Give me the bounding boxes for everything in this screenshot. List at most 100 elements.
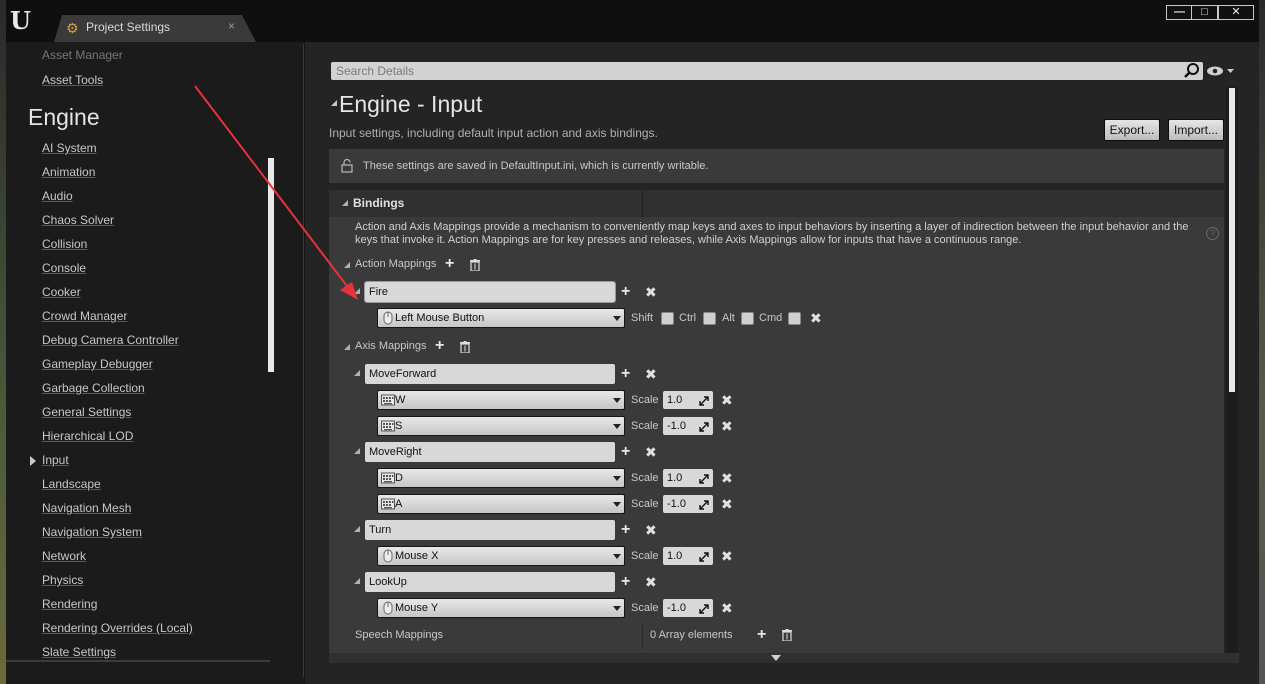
axis-name-field[interactable]: LookUp xyxy=(365,572,615,592)
sidebar-item-collision[interactable]: Collision xyxy=(42,237,87,251)
sidebar-item-slate-settings[interactable]: Slate Settings xyxy=(42,645,116,659)
key-selector[interactable]: S xyxy=(377,416,625,436)
modifier-checkbox-ctrl[interactable] xyxy=(703,312,716,325)
sidebar-item-rendering-overrides-local[interactable]: Rendering Overrides (Local) xyxy=(42,621,193,635)
remove-key-icon[interactable]: ✖ xyxy=(721,471,733,485)
mapping-caret-icon[interactable] xyxy=(354,448,360,454)
sidebar-item-asset-tools[interactable]: Asset Tools xyxy=(42,73,103,87)
remove-key-icon[interactable]: ✖ xyxy=(810,311,822,325)
bindings-caret-icon[interactable] xyxy=(342,200,348,206)
key-selector[interactable]: Mouse Y xyxy=(377,598,625,618)
trash-icon[interactable] xyxy=(470,258,480,272)
key-selector[interactable]: A xyxy=(377,494,625,514)
remove-mapping-icon[interactable]: ✖ xyxy=(645,367,657,381)
maximize-button[interactable]: □ xyxy=(1191,5,1218,20)
sidebar-item-input[interactable]: Input xyxy=(42,453,69,467)
sidebar-item-physics[interactable]: Physics xyxy=(42,573,83,587)
search-input[interactable] xyxy=(331,62,1203,80)
scale-input[interactable]: -1.0 xyxy=(663,417,713,435)
axis-name-field[interactable]: MoveForward xyxy=(365,364,615,384)
reset-arrows-icon[interactable] xyxy=(699,550,709,562)
modifier-checkbox-shift[interactable] xyxy=(661,312,674,325)
view-options-eye-icon[interactable] xyxy=(1207,64,1235,78)
trash-icon[interactable] xyxy=(460,340,470,354)
remove-key-icon[interactable]: ✖ xyxy=(721,419,733,433)
sidebar-item-animation[interactable]: Animation xyxy=(42,165,95,179)
scale-input[interactable]: 1.0 xyxy=(663,547,713,565)
reset-arrows-icon[interactable] xyxy=(699,498,709,510)
sidebar-item-cooker[interactable]: Cooker xyxy=(42,285,81,299)
panel-divider[interactable] xyxy=(303,44,304,677)
sidebar-item-hierarchical-lod[interactable]: Hierarchical LOD xyxy=(42,429,133,443)
sidebar-item-audio[interactable]: Audio xyxy=(42,189,73,203)
axis-name-field[interactable]: Turn xyxy=(365,520,615,540)
scale-input[interactable]: 1.0 xyxy=(663,469,713,487)
key-selector[interactable]: W xyxy=(377,390,625,410)
scale-input[interactable]: -1.0 xyxy=(663,495,713,513)
sidebar-item-garbage-collection[interactable]: Garbage Collection xyxy=(42,381,145,395)
remove-mapping-icon[interactable]: ✖ xyxy=(645,445,657,459)
help-icon[interactable]: ? xyxy=(1206,227,1219,240)
sidebar-item-navigation-system[interactable]: Navigation System xyxy=(42,525,142,539)
add-speech-mapping-icon[interactable]: + xyxy=(757,627,766,643)
add-key-icon[interactable]: + xyxy=(621,444,630,460)
reset-arrows-icon[interactable] xyxy=(699,602,709,614)
key-selector[interactable]: D xyxy=(377,468,625,488)
add-key-icon[interactable]: + xyxy=(621,284,630,300)
reset-arrows-icon[interactable] xyxy=(699,420,709,432)
action-name-field[interactable]: Fire xyxy=(364,281,616,303)
remove-mapping-icon[interactable]: ✖ xyxy=(645,285,657,299)
sidebar-item-navigation-mesh[interactable]: Navigation Mesh xyxy=(42,501,131,515)
sidebar-item-rendering[interactable]: Rendering xyxy=(42,597,97,611)
add-key-icon[interactable]: + xyxy=(621,522,630,538)
remove-mapping-icon[interactable]: ✖ xyxy=(645,575,657,589)
tab-close-icon[interactable]: × xyxy=(228,19,235,33)
reset-arrows-icon[interactable] xyxy=(699,394,709,406)
scale-input[interactable]: 1.0 xyxy=(663,391,713,409)
add-key-icon[interactable]: + xyxy=(621,366,630,382)
key-selector[interactable]: Mouse X xyxy=(377,546,625,566)
add-action-mapping-icon[interactable]: + xyxy=(445,256,454,272)
mapping-caret-icon[interactable] xyxy=(354,288,360,294)
modifier-checkbox-cmd[interactable] xyxy=(788,312,801,325)
bindings-header[interactable] xyxy=(329,190,1224,217)
minimize-button[interactable]: — xyxy=(1166,5,1193,20)
sidebar-item-general-settings[interactable]: General Settings xyxy=(42,405,131,419)
sidebar-item-debug-camera-controller[interactable]: Debug Camera Controller xyxy=(42,333,179,347)
search-icon[interactable] xyxy=(1183,62,1201,80)
action-mappings-caret-icon[interactable] xyxy=(344,262,350,268)
mapping-caret-icon[interactable] xyxy=(354,578,360,584)
axis-name-field[interactable]: MoveRight xyxy=(365,442,615,462)
remove-key-icon[interactable]: ✖ xyxy=(721,393,733,407)
remove-key-icon[interactable]: ✖ xyxy=(721,497,733,511)
sidebar-item-ai-system[interactable]: AI System xyxy=(42,141,97,155)
modifier-checkbox-alt[interactable] xyxy=(741,312,754,325)
add-key-icon[interactable]: + xyxy=(621,574,630,590)
reset-arrows-icon[interactable] xyxy=(699,472,709,484)
mapping-caret-icon[interactable] xyxy=(354,526,360,532)
key-selector[interactable]: Left Mouse Button xyxy=(377,308,625,328)
trash-icon[interactable] xyxy=(782,629,792,641)
sidebar-item-landscape[interactable]: Landscape xyxy=(42,477,101,491)
collapse-caret-icon[interactable] xyxy=(331,100,337,106)
remove-mapping-icon[interactable]: ✖ xyxy=(645,523,657,537)
sidebar-item-chaos-solver[interactable]: Chaos Solver xyxy=(42,213,114,227)
sidebar-item-console[interactable]: Console xyxy=(42,261,86,275)
axis-mappings-caret-icon[interactable] xyxy=(344,344,350,350)
remove-key-icon[interactable]: ✖ xyxy=(721,549,733,563)
keyboard-icon xyxy=(381,471,395,485)
sidebar-item-gameplay-debugger[interactable]: Gameplay Debugger xyxy=(42,357,153,371)
import-button[interactable]: Import... xyxy=(1168,119,1224,141)
sidebar-item-crowd-manager[interactable]: Crowd Manager xyxy=(42,309,127,323)
details-scrollbar[interactable] xyxy=(1229,88,1235,392)
export-button[interactable]: Export... xyxy=(1104,119,1160,141)
mapping-caret-icon[interactable] xyxy=(354,370,360,376)
sidebar-item-network[interactable]: Network xyxy=(42,549,86,563)
sidebar-scrollbar[interactable] xyxy=(268,158,274,372)
expand-chevron-icon[interactable] xyxy=(771,655,781,661)
close-window-button[interactable]: ✕ xyxy=(1218,5,1254,20)
scale-input[interactable]: -1.0 xyxy=(663,599,713,617)
sidebar-item-asset-manager[interactable]: Asset Manager xyxy=(42,48,123,62)
add-axis-mapping-icon[interactable]: + xyxy=(435,338,444,354)
remove-key-icon[interactable]: ✖ xyxy=(721,601,733,615)
